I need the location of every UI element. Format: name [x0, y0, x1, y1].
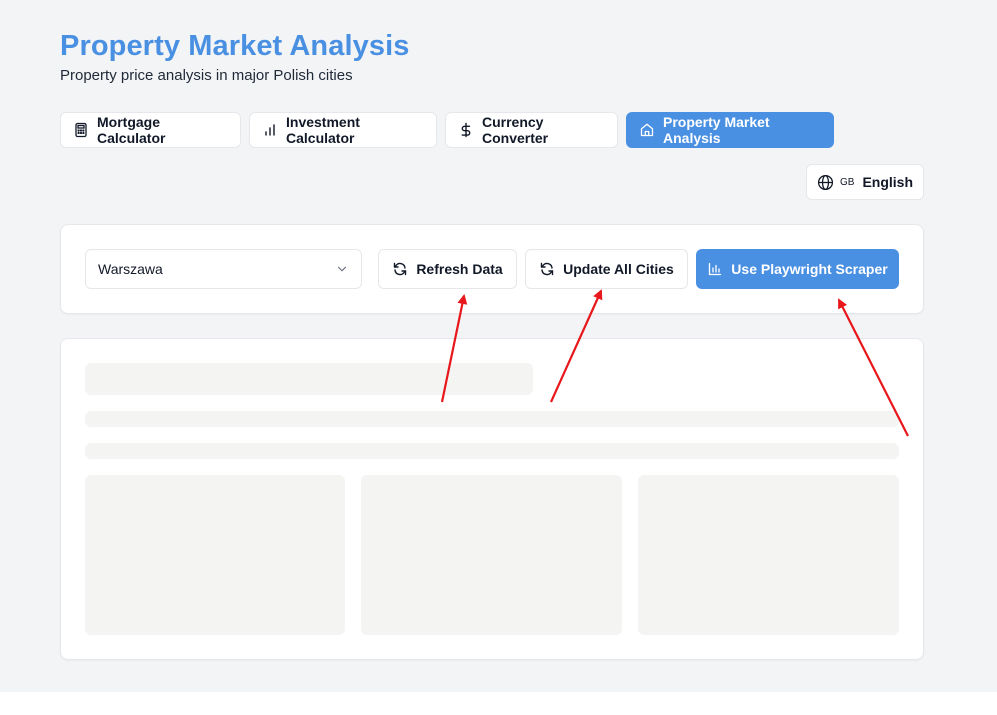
loading-content-card — [60, 338, 924, 660]
playwright-scraper-button[interactable]: Use Playwright Scraper — [696, 249, 899, 289]
tab-label: Investment Calculator — [286, 114, 360, 146]
city-select[interactable]: Warszawa — [85, 249, 362, 289]
tab-mortgage-calculator[interactable]: Mortgage Calculator — [60, 112, 241, 148]
page-title: Property Market Analysis — [60, 30, 410, 62]
skeleton-heading — [85, 363, 533, 395]
refresh-data-button[interactable]: Refresh Data — [378, 249, 517, 289]
tab-label: Currency Converter — [482, 114, 549, 146]
city-select-value: Warszawa — [98, 261, 163, 277]
bar-chart-icon — [707, 261, 723, 277]
refresh-data-label: Refresh Data — [416, 261, 503, 277]
tab-investment-calculator[interactable]: Investment Calculator — [249, 112, 437, 148]
language-selector[interactable]: GB English — [806, 164, 924, 200]
language-flag-code: GB — [839, 176, 855, 188]
tool-tabs: Mortgage Calculator Investment Calculato… — [60, 112, 834, 148]
skeleton-panel — [638, 475, 899, 635]
tab-property-market-analysis[interactable]: Property Market Analysis — [626, 112, 834, 148]
update-all-cities-label: Update All Cities — [563, 261, 674, 277]
skeleton-line — [85, 443, 899, 459]
tab-label: Mortgage Calculator — [97, 114, 166, 146]
page-subtitle: Property price analysis in major Polish … — [60, 67, 353, 84]
refresh-icon — [539, 261, 555, 277]
home-icon — [639, 122, 655, 138]
tab-currency-converter[interactable]: Currency Converter — [445, 112, 618, 148]
tab-label: Property Market Analysis — [663, 114, 770, 146]
skeleton-panel — [85, 475, 345, 635]
refresh-icon — [392, 261, 408, 277]
calculator-icon — [73, 122, 89, 138]
dollar-icon — [458, 122, 474, 138]
skeleton-panel — [361, 475, 622, 635]
update-all-cities-button[interactable]: Update All Cities — [525, 249, 688, 289]
language-label: English — [862, 174, 913, 190]
globe-icon — [817, 174, 834, 191]
bar-chart-icon — [262, 122, 278, 138]
playwright-scraper-label: Use Playwright Scraper — [731, 261, 888, 277]
skeleton-line — [85, 411, 899, 427]
chevron-down-icon — [335, 262, 349, 276]
controls-card: Warszawa Refresh Data Update All Cities — [60, 224, 924, 314]
